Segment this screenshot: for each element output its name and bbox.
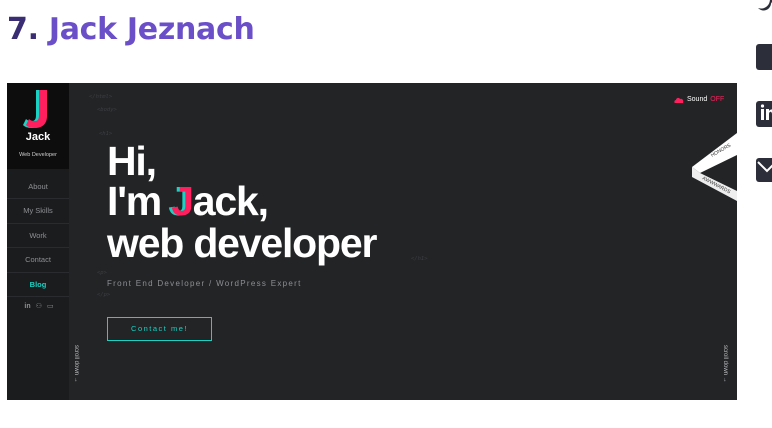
site-nav: About My Skills Work Contact Blog <box>7 175 69 297</box>
hero-line-2: I'm Jack, <box>107 178 269 224</box>
article-link-jack-jeznach[interactable]: Jack Jeznach <box>49 12 255 47</box>
github-icon[interactable]: ⚇ <box>36 302 42 312</box>
hero-subtitle: Front End Developer / WordPress Expert <box>107 279 302 288</box>
code-tag-p-close: </p> <box>97 292 111 298</box>
code-tag-html: </html> <box>89 94 113 100</box>
code-tag-body: <body> <box>97 107 117 113</box>
code-tag-p-open: <p> <box>97 270 107 276</box>
hero-line-3: web developer <box>107 220 377 266</box>
code-tag-h1-close: </h1> <box>411 256 428 262</box>
site-social-links: in ⚇ ▭ <box>19 302 59 312</box>
site-logo[interactable]: Jack Web Developer <box>7 83 69 169</box>
nav-item-work[interactable]: Work <box>7 224 69 249</box>
linkedin-icon[interactable] <box>756 101 772 127</box>
logo-role: Web Developer <box>19 152 57 158</box>
twitter-icon[interactable] <box>756 0 772 20</box>
site-sidebar: Jack Web Developer About My Skills Work … <box>7 83 69 400</box>
nav-item-my-skills[interactable]: My Skills <box>7 199 69 224</box>
awwwards-ribbon[interactable]: HONORS AWWWARDS <box>692 133 737 203</box>
arrow-down-icon: → <box>722 376 728 383</box>
ribbon-awwwards: AWWWARDS <box>701 175 732 195</box>
article-number: 7. <box>7 12 39 47</box>
nav-item-about[interactable]: About <box>7 175 69 200</box>
email-icon[interactable] <box>756 158 772 182</box>
contact-me-button[interactable]: Contact me! <box>107 317 212 341</box>
share-rail <box>756 0 772 200</box>
hero-line-1: Hi, <box>107 138 157 184</box>
code-tag-h1-open: <h1> <box>99 131 113 137</box>
logo-j-icon <box>23 90 47 128</box>
hero-j-letter: J <box>171 178 194 224</box>
cloud-icon <box>674 97 684 103</box>
hero-rest: ack, <box>192 178 269 224</box>
scroll-down-right[interactable]: scroll down → <box>722 345 728 383</box>
sound-state: OFF <box>710 96 725 103</box>
facebook-icon[interactable] <box>756 44 772 70</box>
sound-toggle[interactable]: Sound OFF <box>674 96 724 103</box>
scroll-down-left[interactable]: scroll down → <box>73 345 79 383</box>
hero-prefix: I'm <box>107 178 172 224</box>
linkedin-icon[interactable]: in <box>24 302 30 312</box>
nav-item-contact[interactable]: Contact <box>7 248 69 273</box>
arrow-down-icon: → <box>73 376 79 383</box>
nav-item-blog[interactable]: Blog <box>7 273 69 297</box>
article-heading: 7. Jack Jeznach <box>7 10 255 50</box>
website-screenshot[interactable]: Jack Web Developer About My Skills Work … <box>7 83 737 400</box>
sound-label: Sound <box>687 96 708 103</box>
logo-name: Jack <box>25 131 51 143</box>
codepen-icon[interactable]: ▭ <box>47 302 54 312</box>
